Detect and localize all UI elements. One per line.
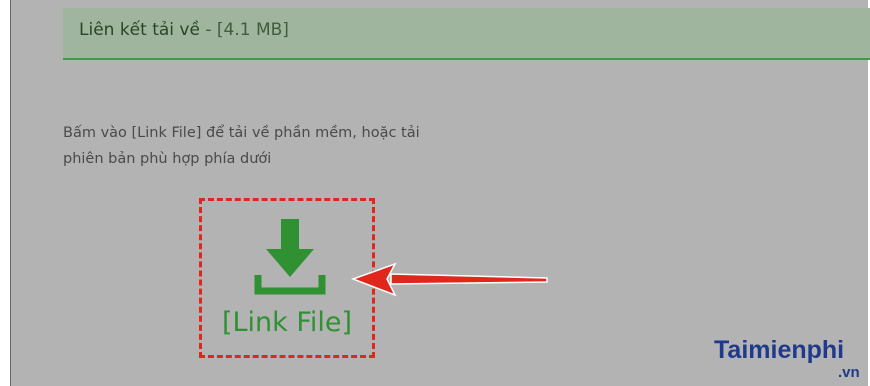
watermark-suffix: .vn — [838, 364, 860, 381]
header-title-text: Liên kết tải về — [79, 20, 200, 40]
pointer-arrow-icon — [351, 262, 548, 297]
download-icon — [254, 219, 326, 295]
header-separator: - — [199, 20, 217, 40]
instruction-line-2: phiên bản phù hợp phía dưới — [63, 151, 272, 167]
link-file-label[interactable]: [Link File] — [202, 307, 372, 338]
download-link-button[interactable]: [Link File] — [199, 198, 375, 358]
instruction-line-1: Bấm vào [Link File] để tải về phần mềm, … — [63, 125, 420, 141]
watermark-text: Taimienphi — [714, 336, 845, 364]
file-size: [4.1 MB] — [216, 20, 289, 40]
content-frame: Liên kết tải về - [4.1 MB] Bấm vào [Link… — [10, 0, 870, 386]
instruction-text: Bấm vào [Link File] để tải về phần mềm, … — [63, 120, 543, 172]
header-title: Liên kết tải về - [4.1 MB] — [79, 20, 289, 40]
download-links-header: Liên kết tải về - [4.1 MB] — [63, 8, 870, 60]
watermark-logo: Taimienphi .vn — [690, 330, 870, 386]
